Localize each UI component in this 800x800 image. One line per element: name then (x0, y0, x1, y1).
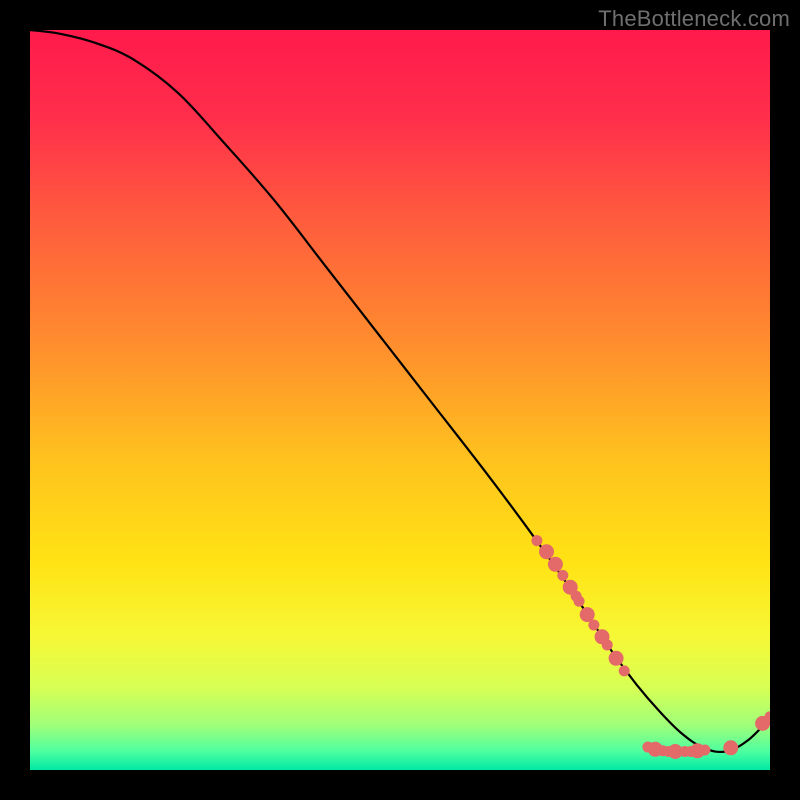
plot-area (30, 30, 770, 770)
marker-point (602, 639, 613, 650)
marker-point (574, 596, 585, 607)
gradient-background (30, 30, 770, 770)
marker-point (548, 557, 563, 572)
line-chart (30, 30, 770, 770)
watermark-text: TheBottleneck.com (598, 6, 790, 32)
marker-point (609, 651, 624, 666)
marker-point (539, 544, 554, 559)
marker-point (723, 740, 738, 755)
marker-point (619, 665, 630, 676)
chart-stage: TheBottleneck.com (0, 0, 800, 800)
marker-point (588, 619, 599, 630)
marker-point (557, 570, 568, 581)
marker-point (699, 745, 710, 756)
marker-point (531, 535, 542, 546)
